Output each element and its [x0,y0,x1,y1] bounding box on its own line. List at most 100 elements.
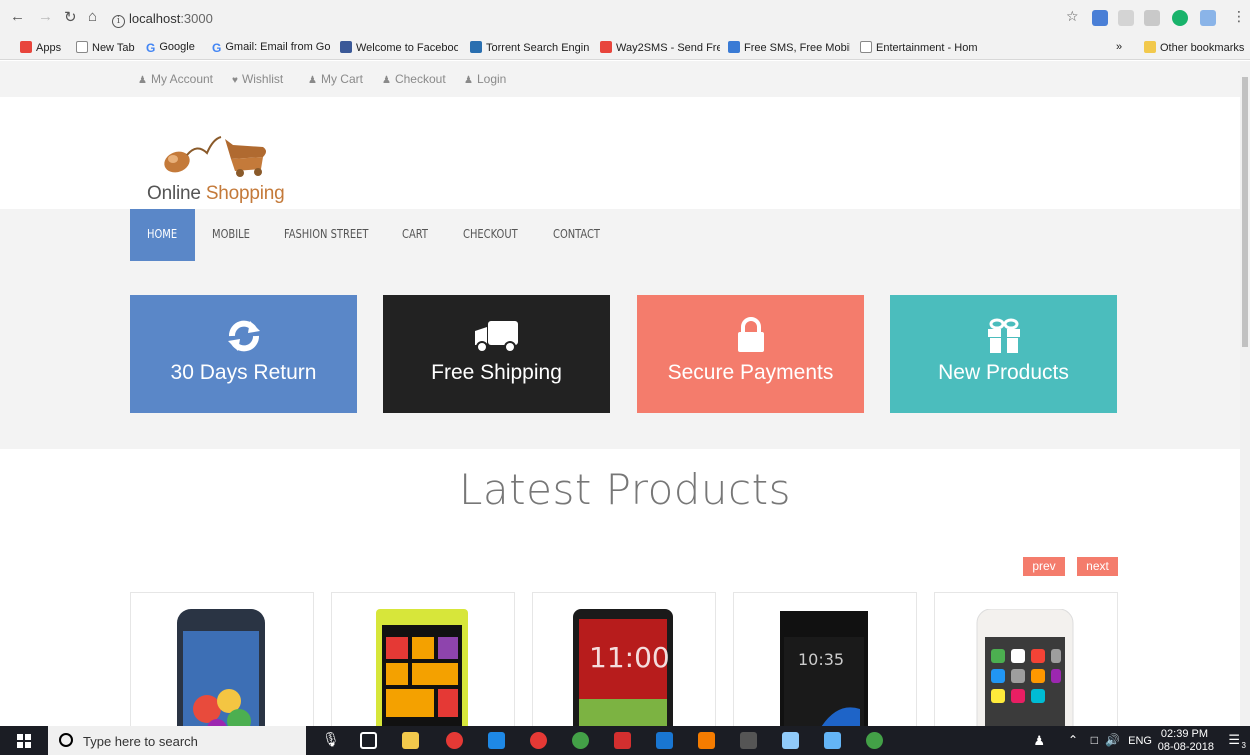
extension-icon[interactable] [1092,10,1108,26]
product-image: 10:35 [780,611,868,726]
bookmark-way2sms[interactable]: Way2SMS - Send Fre [600,41,720,54]
windows-taskbar: Type here to search 🎙 ♟ ⌃ □ 🔊 ENG 02:39 … [0,726,1250,755]
app-icon[interactable] [572,732,589,749]
refresh-icon [228,320,260,352]
cortana-icon [59,733,73,747]
app-icon[interactable] [782,732,799,749]
product-image [177,609,265,726]
address-bar[interactable]: i localhost:3000 [112,8,1052,30]
clock-date[interactable]: 08-08-2018 [1158,741,1214,753]
bookmark-torrent[interactable]: Torrent Search Engin [470,41,593,54]
url-port: :3000 [180,11,213,26]
product-card[interactable] [934,592,1118,726]
svg-text:10:35: 10:35 [798,650,844,669]
home-icon[interactable]: ⌂ [88,8,97,25]
my-account-link[interactable]: ♟ My Account [138,72,213,86]
opera-icon[interactable] [530,732,547,749]
user-icon: ♟ [464,75,473,86]
page-icon [76,41,88,53]
way2sms-icon [600,41,612,53]
page-icon [860,41,872,53]
nav-fashion-street[interactable]: FASHION STREET [284,227,368,241]
cart-extension-icon[interactable] [1144,10,1160,26]
next-button[interactable]: next [1077,557,1118,576]
user-icon: ♟ [308,75,317,86]
product-card[interactable] [331,592,515,726]
bookmark-free-sms[interactable]: Free SMS, Free Mobil [728,41,850,54]
account-bar: ♟ My Account ♥ Wishlist ♟ My Cart ♟ Checkout… [0,61,1240,97]
chrome-icon[interactable] [446,732,463,749]
whatsapp-icon[interactable] [866,732,883,749]
login-link[interactable]: ♟ Login [464,72,506,86]
wishlist-link[interactable]: ♥ Wishlist [232,72,283,86]
notifications-icon[interactable]: ☰ [1228,732,1240,748]
product-image: 11:00 [573,609,673,726]
microphone-icon[interactable]: 🎙 [322,731,340,748]
lock-icon [738,317,764,352]
windows-start-icon[interactable] [17,734,31,748]
product-card[interactable]: 10:35 [733,592,917,726]
app-icon[interactable] [824,732,841,749]
back-icon[interactable]: ← [10,8,25,25]
truck-icon [475,321,518,353]
prev-button[interactable]: prev [1023,557,1065,576]
product-image [976,609,1074,726]
bookmark-new-tab[interactable]: New Tab [76,41,135,54]
facebook-icon [340,41,352,53]
user-icon: ♟ [382,75,391,86]
bookmark-apps[interactable]: Apps [20,41,61,54]
apps-icon [20,41,32,53]
scrollbar-thumb[interactable] [1242,77,1248,347]
logo-text: Online Shopping [147,183,285,204]
nav-checkout[interactable]: CHECKOUT [463,227,518,241]
taskbar-search[interactable]: Type here to search [48,726,306,755]
nav-cart[interactable]: CART [402,227,428,241]
gift-icon [988,318,1020,353]
bookmark-facebook[interactable]: Welcome to Faceboo [340,41,458,54]
product-card[interactable] [130,592,314,726]
menu-icon[interactable]: ⋮ [1232,8,1246,25]
latest-products-title: Latest Products [459,465,791,514]
nav-mobile[interactable]: MOBILE [212,227,250,241]
volume-icon[interactable]: 🔊 [1105,733,1120,747]
forward-icon[interactable]: → [38,8,53,25]
feature-shipping[interactable]: Free Shipping [383,295,610,413]
file-explorer-icon[interactable] [402,732,419,749]
star-icon[interactable]: ☆ [1066,8,1079,25]
sublime-icon[interactable] [698,732,715,749]
task-view-icon[interactable] [360,732,377,749]
language-indicator[interactable]: ENG [1128,735,1152,747]
feature-secure-payments[interactable]: Secure Payments [637,295,864,413]
shield-extension-icon[interactable] [1118,10,1134,26]
bookmarks-bar: Apps New Tab G Google G Gmail: Email from … [0,36,1250,60]
bookmark-gmail[interactable]: G Gmail: Email from Go [212,41,336,53]
bookmark-google[interactable]: G Google [146,41,195,53]
feature-new-products[interactable]: New Products [890,295,1117,413]
nav-contact[interactable]: CONTACT [553,227,600,241]
feature-returns[interactable]: 30 Days Return [130,295,357,413]
info-icon[interactable]: i [112,15,125,28]
image-extension-icon[interactable] [1200,10,1216,26]
google-icon: G [146,41,156,53]
checkout-link[interactable]: ♟ Checkout [382,72,446,86]
clock-time[interactable]: 02:39 PM [1161,728,1208,740]
terminal-icon[interactable] [740,732,757,749]
people-icon[interactable]: ♟ [1033,733,1045,749]
other-bookmarks[interactable]: Other bookmarks [1144,41,1244,54]
app-icon[interactable] [614,732,631,749]
page-scrollbar[interactable] [1240,61,1250,726]
vscode-icon[interactable] [656,732,673,749]
nav-home[interactable]: HOME [147,227,177,241]
more-bookmarks-button[interactable]: » [1116,41,1122,53]
search-placeholder: Type here to search [83,734,198,749]
reload-icon[interactable]: ↻ [64,8,77,26]
my-cart-link[interactable]: ♟ My Cart [308,72,363,86]
app-icon[interactable] [488,732,505,749]
grammarly-icon[interactable] [1172,10,1188,26]
chevron-up-icon[interactable]: ⌃ [1068,733,1078,747]
bookmark-entertainment[interactable]: Entertainment - Hom [860,41,982,54]
network-icon[interactable]: □ [1091,733,1098,747]
torrent-icon [470,41,482,53]
url-host: localhost [129,11,181,26]
product-card[interactable]: 11:00 [532,592,716,726]
